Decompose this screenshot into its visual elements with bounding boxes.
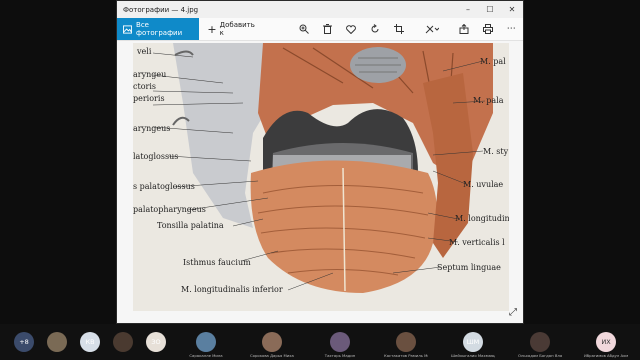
gallery-icon bbox=[123, 24, 133, 34]
favorite-icon[interactable] bbox=[340, 24, 364, 34]
label-aryngeu: aryngeu bbox=[133, 70, 166, 79]
label-isthmus-faucium: Isthmus faucium bbox=[183, 258, 251, 267]
window-title: Фотографии — 4.jpg bbox=[123, 5, 199, 14]
label-latoglossus: latoglossus bbox=[133, 152, 178, 161]
plus-icon: + bbox=[207, 22, 217, 36]
label-m-sty: M. sty bbox=[483, 147, 509, 156]
participant-name: Шейхыгалио Махмаюд bbox=[451, 353, 495, 358]
participant-name: Ибрагимов Абдул Ахмед Рабадиды bbox=[584, 353, 628, 358]
close-button[interactable]: ✕ bbox=[501, 5, 523, 14]
label-palatoglossus: s palatoglossus bbox=[133, 182, 195, 191]
participant-name: Кастакатов Рамиль Менгалиевич bbox=[384, 353, 428, 358]
participant-avatar[interactable]: +8 bbox=[14, 332, 34, 352]
participant-avatar[interactable]: ИХ bbox=[596, 332, 616, 352]
crop-icon[interactable] bbox=[387, 24, 411, 34]
participant-name: Саракалле Мила bbox=[189, 353, 223, 358]
label-tonsilla-palatina: Tonsilla palatina bbox=[157, 221, 224, 230]
label-septum-linguae: Septum linguae bbox=[437, 263, 501, 272]
participant-avatar[interactable]: ЗО bbox=[146, 332, 166, 352]
participant-avatar[interactable] bbox=[330, 332, 350, 352]
label-m-longitudin: M. longitudin bbox=[455, 214, 509, 223]
participants-strip: +8 КВ ЗО Саракалле Мила Сорокова Дарья М… bbox=[0, 324, 640, 360]
label-m-pala: M. pala bbox=[473, 96, 504, 105]
participant-name: Сорокова Дарья Михайловна bbox=[250, 353, 294, 358]
rotate-icon[interactable] bbox=[363, 24, 387, 34]
zoom-icon[interactable] bbox=[292, 24, 316, 34]
participant-avatar[interactable] bbox=[262, 332, 282, 352]
label-palatopharyngeus: palatopharyngeus bbox=[133, 205, 206, 214]
label-m-pal: M. pal bbox=[480, 57, 506, 66]
participant-avatar[interactable]: КВ bbox=[80, 332, 100, 352]
participant-avatar[interactable] bbox=[113, 332, 133, 352]
participant-avatar[interactable] bbox=[396, 332, 416, 352]
anatomy-illustration-drawing: veli aryngeu ctoris perioris aryngeus la… bbox=[133, 43, 509, 311]
window-titlebar: Фотографии — 4.jpg – ☐ ✕ bbox=[117, 1, 523, 18]
label-aryngeus: aryngeus bbox=[133, 124, 170, 133]
participant-avatar[interactable] bbox=[47, 332, 67, 352]
all-photos-button[interactable]: Все фотографии bbox=[117, 18, 200, 40]
minimize-button[interactable]: – bbox=[457, 5, 479, 14]
maximize-button[interactable]: ☐ bbox=[479, 5, 501, 14]
label-veli: veli bbox=[136, 47, 152, 56]
print-icon[interactable] bbox=[476, 24, 500, 34]
delete-icon[interactable] bbox=[316, 24, 340, 34]
image-viewer: veli aryngeu ctoris perioris aryngeus la… bbox=[117, 41, 523, 323]
share-icon[interactable] bbox=[452, 24, 476, 34]
participant-name: Ольхадам Богдан Владимирович bbox=[518, 353, 562, 358]
participant-avatar[interactable]: ШМ bbox=[463, 332, 483, 352]
label-longitudinalis-inferior: M. longitudinalis inferior bbox=[181, 285, 283, 294]
participant-avatar[interactable] bbox=[530, 332, 550, 352]
toolbar: Все фотографии + Добавить к ⋯ bbox=[117, 18, 523, 41]
edit-icon[interactable] bbox=[421, 24, 445, 34]
label-perioris: perioris bbox=[133, 94, 165, 103]
add-to-label: Добавить к bbox=[219, 21, 255, 37]
label-m-uvulae: M. uvulae bbox=[463, 180, 503, 189]
all-photos-label: Все фотографии bbox=[136, 21, 183, 37]
anatomy-illustration: veli aryngeu ctoris perioris aryngeus la… bbox=[133, 43, 509, 311]
more-icon[interactable]: ⋯ bbox=[499, 24, 523, 34]
participant-avatar[interactable] bbox=[196, 332, 216, 352]
add-to-button[interactable]: + Добавить к bbox=[199, 21, 264, 37]
photos-app-window: Фотографии — 4.jpg – ☐ ✕ Все фотографии … bbox=[116, 0, 524, 324]
participant-name: Тахтарь Мадин bbox=[324, 353, 356, 358]
label-ctoris: ctoris bbox=[133, 82, 156, 91]
label-m-verticalis: M. verticalis l bbox=[449, 238, 505, 247]
expand-icon[interactable]: ⤢ bbox=[509, 307, 517, 318]
